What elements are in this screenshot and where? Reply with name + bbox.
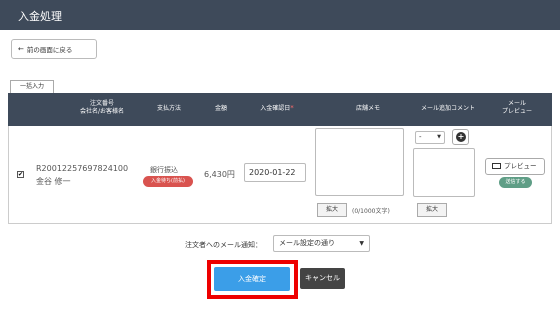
tab-bulk-input[interactable]: 一括入力 bbox=[10, 80, 54, 93]
header-date-label: 入金確認日 bbox=[260, 105, 291, 112]
plus-icon: + bbox=[456, 132, 466, 142]
memo-char-count: (0/1000文字) bbox=[352, 208, 390, 215]
notify-label: 注文者へのメール通知： bbox=[185, 241, 262, 249]
mail-comment-select[interactable]: - ▼ bbox=[415, 131, 445, 144]
header-order: 注文番号 会社名/お客様名 bbox=[52, 100, 152, 116]
payment-method: 銀行振込 bbox=[150, 166, 178, 174]
header-mail-preview: メール プレビュー bbox=[486, 100, 548, 116]
payment-status-badge: 入金待ち(前払) bbox=[143, 176, 193, 187]
mail-preview-button[interactable]: プレビュー bbox=[485, 158, 545, 175]
order-number: R20012257697824100 bbox=[36, 164, 129, 173]
payment-date-input[interactable]: 2020-01-22 bbox=[244, 163, 306, 182]
cancel-button[interactable]: キャンセル bbox=[300, 268, 345, 289]
send-status-badge: 送信する bbox=[499, 177, 532, 188]
header-payment: 支払方法 bbox=[156, 105, 181, 112]
header-date: 入金確認日* bbox=[246, 104, 308, 113]
title-bar: 入金処理 bbox=[0, 0, 560, 30]
page-title: 入金処理 bbox=[18, 10, 62, 23]
header-mail-comment: メール追加コメント bbox=[420, 105, 475, 112]
confirm-payment-button[interactable]: 入金確定 bbox=[214, 267, 290, 291]
header-customer: 会社名/お客様名 bbox=[79, 108, 125, 115]
notify-select[interactable]: メール設定の通り ▼ bbox=[273, 235, 370, 252]
mail-comment-textarea[interactable] bbox=[413, 148, 475, 197]
back-button-label: 前の画面に戻る bbox=[26, 46, 73, 54]
header-preview: プレビュー bbox=[501, 108, 532, 115]
mail-comment-select-value: - bbox=[419, 133, 422, 141]
envelope-icon bbox=[492, 163, 501, 169]
caret-down-icon: ▼ bbox=[359, 240, 364, 247]
mail-preview-label: プレビュー bbox=[504, 162, 537, 170]
required-mark: * bbox=[290, 104, 294, 112]
amount: 6,430円 bbox=[204, 170, 235, 179]
arrow-left-icon: ← bbox=[18, 45, 24, 53]
header-amount: 金額 bbox=[214, 105, 227, 112]
row-checkbox[interactable]: ✔ bbox=[17, 171, 24, 178]
header-order-no: 注文番号 bbox=[89, 100, 114, 107]
table-header: 注文番号 会社名/お客様名 支払方法 金額 入金確認日* 店舗メモ メール追加コ… bbox=[8, 93, 552, 126]
caret-down-icon: ▼ bbox=[437, 134, 441, 140]
customer-name: 金谷 修一 bbox=[36, 177, 71, 186]
add-comment-button[interactable]: + bbox=[452, 129, 469, 145]
header-memo: 店舗メモ bbox=[355, 105, 380, 112]
memo-expand-button[interactable]: 拡大 bbox=[317, 203, 347, 217]
header-mail: メール bbox=[507, 100, 526, 107]
store-memo-textarea[interactable] bbox=[315, 128, 404, 196]
back-button[interactable]: ← 前の画面に戻る bbox=[11, 39, 97, 59]
mail-expand-button[interactable]: 拡大 bbox=[417, 203, 447, 217]
notify-select-value: メール設定の通り bbox=[279, 239, 335, 247]
